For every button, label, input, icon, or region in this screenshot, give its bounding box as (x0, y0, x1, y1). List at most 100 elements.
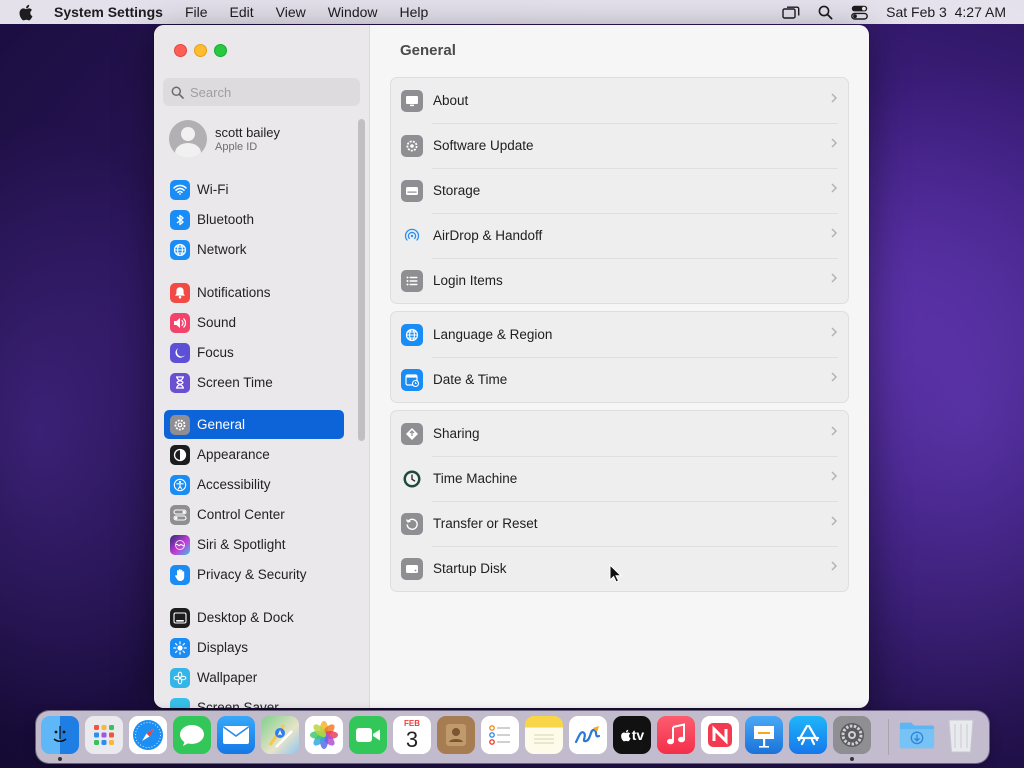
sidebar-item-screen-time[interactable]: Screen Time (164, 368, 344, 397)
calendar-icon[interactable]: FEB 3 (393, 716, 431, 754)
menu-bar: System Settings File Edit View Window He… (0, 0, 1024, 24)
mail-icon[interactable] (217, 716, 255, 754)
row-label: Time Machine (433, 471, 518, 486)
row-login-items[interactable]: Login Items (391, 258, 848, 303)
row-label: Transfer or Reset (433, 516, 538, 531)
sidebar-item-appearance[interactable]: Appearance (164, 440, 344, 469)
sidebar-item-wifi[interactable]: Wi-Fi (164, 175, 344, 204)
news-icon[interactable] (701, 716, 739, 754)
chevron-right-icon (831, 327, 838, 337)
maps-icon[interactable] (261, 716, 299, 754)
airdrop-icon (401, 225, 423, 247)
finder-icon[interactable] (41, 716, 79, 754)
keynote-icon[interactable] (745, 716, 783, 754)
row-about[interactable]: About (391, 78, 848, 123)
gear-badge-icon (401, 134, 423, 157)
trash-icon[interactable] (942, 716, 980, 754)
system-settings-icon[interactable] (833, 716, 871, 754)
menu-edit[interactable]: Edit (230, 4, 254, 20)
messages-icon[interactable] (173, 716, 211, 754)
sidebar-item-label: Desktop & Dock (197, 610, 294, 625)
menubar-clock[interactable]: Sat Feb 3 4:27 AM (886, 4, 1006, 20)
row-storage[interactable]: Storage (391, 168, 848, 213)
freeform-icon[interactable] (569, 716, 607, 754)
sidebar-item-network[interactable]: Network (164, 235, 344, 264)
sidebar-item-label: Accessibility (197, 477, 271, 492)
row-label: Sharing (433, 426, 480, 441)
launchpad-icon[interactable] (85, 716, 123, 754)
flower-icon (170, 667, 190, 688)
sidebar: scott bailey Apple ID Wi-Fi Bluetooth Ne… (154, 25, 370, 708)
sidebar-item-label: General (197, 417, 246, 432)
sidebar-item-sound[interactable]: Sound (164, 308, 344, 337)
menu-file[interactable]: File (185, 4, 208, 20)
row-sharing[interactable]: Sharing (391, 411, 848, 456)
search-input[interactable] (190, 84, 350, 100)
calendar-clock-icon (401, 368, 423, 391)
sidebar-item-desktop-dock[interactable]: Desktop & Dock (164, 603, 344, 632)
search-icon (171, 86, 184, 99)
account-subtitle: Apple ID (215, 141, 258, 153)
downloads-folder-icon[interactable] (898, 716, 936, 754)
row-label: AirDrop & Handoff (433, 228, 543, 243)
app-menu-system-settings[interactable]: System Settings (54, 4, 163, 20)
sidebar-item-privacy-security[interactable]: Privacy & Security (164, 560, 344, 589)
row-date-time[interactable]: Date & Time (391, 357, 848, 402)
toggles-icon (170, 504, 190, 525)
apple-id-account[interactable]: scott bailey Apple ID (169, 119, 280, 159)
row-label: Software Update (433, 138, 534, 153)
window-minimize-button[interactable] (194, 44, 207, 57)
notes-icon[interactable] (525, 716, 563, 754)
sidebar-item-notifications[interactable]: Notifications (164, 278, 344, 307)
menu-help[interactable]: Help (400, 4, 429, 20)
screensaver-icon (170, 697, 190, 708)
safari-icon[interactable] (129, 716, 167, 754)
spotlight-search-icon[interactable] (818, 5, 833, 20)
apple-tv-icon[interactable]: tv (613, 716, 651, 754)
globe-icon (401, 323, 423, 346)
sharing-icon (401, 422, 423, 445)
app-store-icon[interactable] (789, 716, 827, 754)
facetime-icon[interactable] (349, 716, 387, 754)
storage-icon (401, 179, 423, 202)
sidebar-item-screen-saver[interactable]: Screen Saver (164, 693, 344, 708)
sidebar-item-bluetooth[interactable]: Bluetooth (164, 205, 344, 234)
avatar (169, 120, 207, 158)
row-time-machine[interactable]: Time Machine (391, 456, 848, 501)
search-field[interactable] (163, 78, 360, 106)
sidebar-item-wallpaper[interactable]: Wallpaper (164, 663, 344, 692)
contacts-icon[interactable] (437, 716, 475, 754)
sidebar-item-accessibility[interactable]: Accessibility (164, 470, 344, 499)
row-airdrop-handoff[interactable]: AirDrop & Handoff (391, 213, 848, 258)
menu-view[interactable]: View (276, 4, 306, 20)
sidebar-item-label: Sound (197, 315, 237, 330)
chevron-right-icon (831, 426, 838, 436)
music-icon[interactable] (657, 716, 695, 754)
sidebar-item-label: Wi-Fi (197, 182, 229, 197)
reminders-icon[interactable] (481, 716, 519, 754)
window-close-button[interactable] (174, 44, 187, 57)
row-language-region[interactable]: Language & Region (391, 312, 848, 357)
sidebar-scrollbar[interactable] (358, 119, 365, 441)
control-center-icon[interactable] (851, 5, 869, 20)
window-zoom-button[interactable] (214, 44, 227, 57)
sidebar-item-focus[interactable]: Focus (164, 338, 344, 367)
photos-icon[interactable] (305, 716, 343, 754)
row-software-update[interactable]: Software Update (391, 123, 848, 168)
screen-mirroring-icon[interactable] (782, 5, 800, 20)
sidebar-item-displays[interactable]: Displays (164, 633, 344, 662)
globe-icon (170, 239, 190, 260)
dock-separator (888, 719, 889, 755)
apple-menu-icon[interactable] (18, 0, 38, 24)
sidebar-item-general[interactable]: General (164, 410, 344, 439)
speaker-icon (170, 312, 190, 333)
appearance-icon (170, 444, 190, 465)
chevron-right-icon (831, 138, 838, 148)
settings-group-locale: Language & Region Date & Time (390, 311, 849, 403)
system-settings-window: scott bailey Apple ID Wi-Fi Bluetooth Ne… (154, 25, 869, 708)
sidebar-item-control-center[interactable]: Control Center (164, 500, 344, 529)
sidebar-item-siri-spotlight[interactable]: Siri & Spotlight (164, 530, 344, 559)
menu-window[interactable]: Window (328, 4, 378, 20)
chevron-right-icon (831, 228, 838, 238)
row-transfer-reset[interactable]: Transfer or Reset (391, 501, 848, 546)
